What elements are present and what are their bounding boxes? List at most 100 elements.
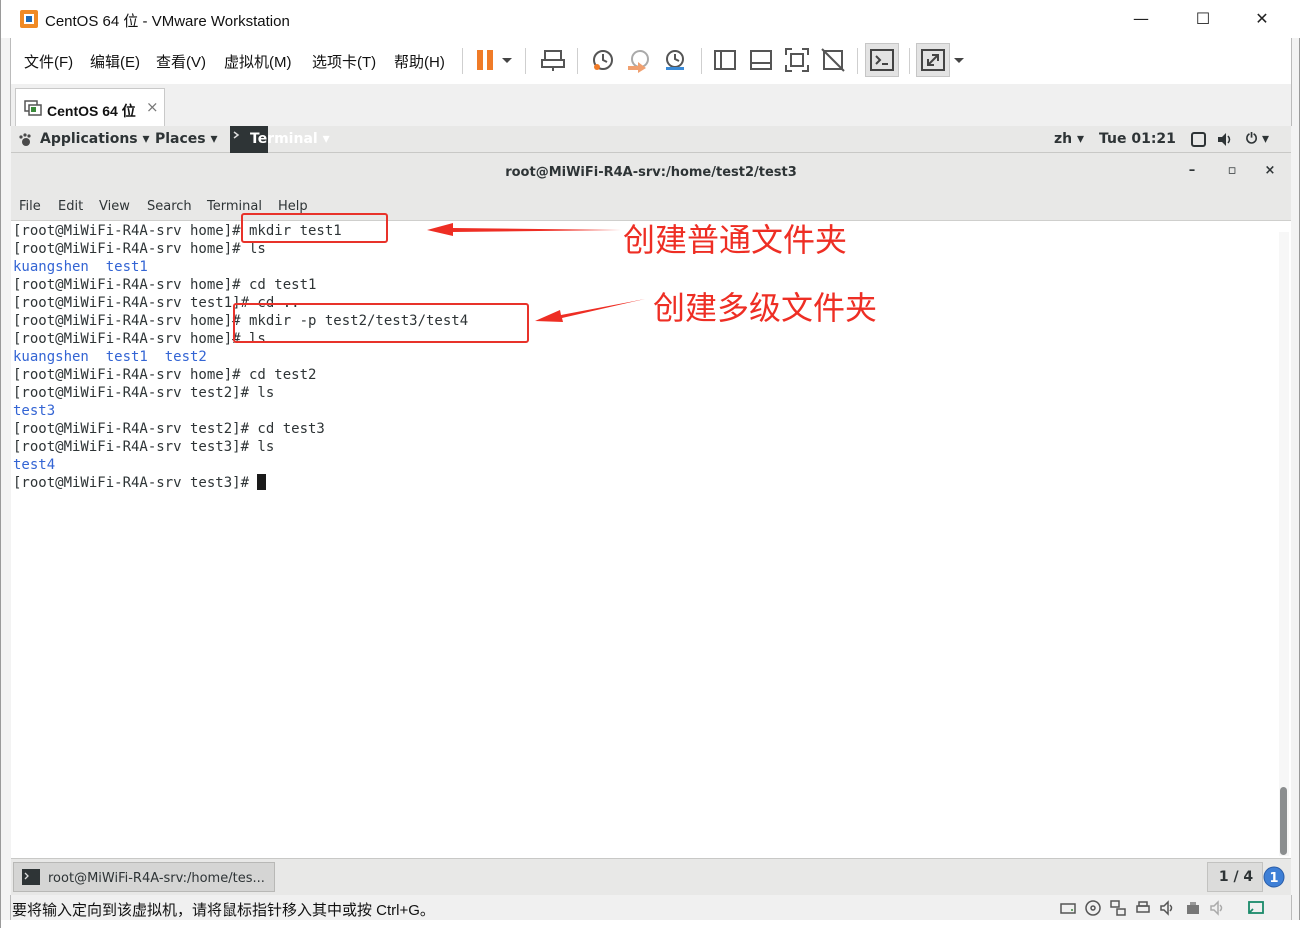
show-thumbnails-icon[interactable] [747,46,775,74]
send-ctrl-alt-del-icon[interactable] [539,46,567,74]
terminal-icon [22,869,40,885]
terminal-menu-view[interactable]: View [99,199,130,214]
bottom-edge [1,920,1300,928]
toolbar-separator [701,48,702,74]
terminal-title: root@MiWiFi-R4A-srv:/home/test2/test3 [505,165,797,180]
toolbar-separator [857,48,858,74]
terminal-output[interactable]: [root@MiWiFi-R4A-srv home]# mkdir test1 … [11,221,1291,858]
terminal-prompt-line: [root@MiWiFi-R4A-srv test3]# [13,474,267,492]
message-icon[interactable] [1247,899,1265,917]
language-menu[interactable]: zh ▾ [1054,131,1084,147]
vm-tab-strip: CentOS 64 位 × [10,84,1292,126]
network-icon[interactable] [1109,899,1127,917]
annotation-arrow-icon [535,299,645,322]
terminal-scrollbar[interactable] [1279,232,1289,856]
vmware-app-icon [20,10,38,28]
maximize-button[interactable]: ☐ [1180,4,1226,34]
terminal-maximize-button[interactable]: ▫ [1222,163,1242,178]
taskbar-terminal-label: root@MiWiFi-R4A-srv:/home/tes... [48,871,265,886]
terminal-cursor [257,474,267,490]
terminal-line: kuangshen test1 test2 [13,349,207,365]
menu-toolbar: 文件(F) 编辑(E) 查看(V) 虚拟机(M) 选项卡(T) 帮助(H) [10,38,1292,84]
status-message: 要将输入定向到该虚拟机，请将鼠标指针移入其中或按 Ctrl+G。 [12,902,435,919]
svg-text:1: 1 [1269,871,1278,886]
toolbar-separator [909,48,910,74]
tab-close-icon[interactable]: × [146,98,159,116]
usb-icon[interactable] [1184,899,1202,917]
terminal-line: kuangshen test1 [13,259,148,275]
window-title: CentOS 64 位 - VMware Workstation [45,13,290,30]
stretch-icon[interactable] [919,46,947,74]
tab-label: CentOS 64 位 [47,103,136,119]
vm-icon [24,100,42,116]
annotation-box-mkdir [241,213,388,243]
unity-icon[interactable] [819,46,847,74]
terminal-menu[interactable]: Terminal ▾ [250,131,330,147]
annotation-multilevel-folder: 创建多级文件夹 [653,289,878,327]
tab-centos[interactable]: CentOS 64 位 × [15,88,165,126]
window-icon[interactable] [1191,132,1206,147]
toolbar-separator [462,48,463,74]
close-button[interactable]: ✕ [1239,4,1285,34]
terminal-menu-edit[interactable]: Edit [58,199,83,214]
pause-dropdown-icon[interactable] [499,46,515,74]
power-menu[interactable]: ⏻ ▾ [1246,131,1269,147]
printer-icon[interactable] [1134,899,1152,917]
show-library-icon[interactable] [711,46,739,74]
stretch-dropdown-icon[interactable] [951,46,967,74]
vmware-status-bar: 要将输入定向到该虚拟机，请将鼠标指针移入其中或按 Ctrl+G。 [10,895,1292,920]
terminal-line: [root@MiWiFi-R4A-srv test2]# cd test3 [13,421,325,437]
hard-disk-icon[interactable] [1059,899,1077,917]
annotation-normal-folder: 创建普通文件夹 [623,221,848,259]
annotation-arrow-icon [427,223,621,236]
clock[interactable]: Tue 01:21 [1099,131,1176,147]
applications-menu[interactable]: Applications ▾ [40,131,150,147]
menu-tabs[interactable]: 选项卡(T) [312,51,376,72]
taskbar-terminal-window[interactable]: root@MiWiFi-R4A-srv:/home/tes... [13,862,275,892]
full-screen-icon[interactable] [783,46,811,74]
sound-icon[interactable] [1159,899,1177,917]
terminal-line: [root@MiWiFi-R4A-srv test3]# ls [13,439,275,455]
terminal-line: [root@MiWiFi-R4A-srv home]# cd test2 [13,367,317,383]
terminal-prompt: [root@MiWiFi-R4A-srv test3]# [13,475,258,491]
scrollbar-thumb[interactable] [1280,787,1287,855]
notification-icon[interactable]: 1 [1263,866,1285,888]
terminal-line: test4 [13,457,56,473]
terminal-menu-help[interactable]: Help [278,199,308,214]
workspace-indicator[interactable]: 1 / 4 [1207,862,1263,892]
terminal-line: [root@MiWiFi-R4A-srv home]# ls [13,241,266,257]
snapshot-manager-icon[interactable] [661,46,689,74]
minimize-button[interactable]: — [1118,4,1164,34]
volume-icon[interactable] [1216,131,1234,148]
terminal-line: [root@MiWiFi-R4A-srv home]# ls [13,331,266,347]
gnome-top-bar: Applications ▾ Places ▾ Terminal ▾ zh ▾ … [11,126,1291,153]
terminal-minimize-button[interactable]: – [1182,163,1202,178]
menu-edit[interactable]: 编辑(E) [90,51,140,72]
menu-vm[interactable]: 虚拟机(M) [224,51,292,72]
terminal-line: [root@MiWiFi-R4A-srv home]# cd test1 [13,277,317,293]
terminal-menu-terminal[interactable]: Terminal [207,199,262,214]
cd-dvd-icon[interactable] [1084,899,1102,917]
places-menu[interactable]: Places ▾ [155,131,218,147]
gnome-foot-icon [19,133,31,146]
sound-card-icon[interactable] [1209,899,1227,917]
terminal-titlebar: root@MiWiFi-R4A-srv:/home/test2/test3 – … [11,153,1291,193]
terminal-line: test3 [13,403,56,419]
annotation-box-mkdir-p [233,303,529,343]
terminal-close-button[interactable]: × [1260,163,1280,178]
toolbar-separator [525,48,526,74]
workspace-label: 1 / 4 [1218,869,1254,885]
title-bar: CentOS 64 位 - VMware Workstation — ☐ ✕ [1,0,1300,38]
terminal-menu-search[interactable]: Search [147,199,192,214]
menu-help[interactable]: 帮助(H) [394,51,445,72]
revert-snapshot-icon[interactable] [625,46,653,74]
gnome-taskbar: root@MiWiFi-R4A-srv:/home/tes... 1 / 4 1 [11,858,1291,895]
menu-file[interactable]: 文件(F) [24,51,73,72]
pause-icon[interactable] [473,46,501,74]
snapshot-icon[interactable] [589,46,617,74]
console-icon[interactable] [868,46,896,74]
terminal-line: [root@MiWiFi-R4A-srv test2]# ls [13,385,275,401]
menu-view[interactable]: 查看(V) [156,51,206,72]
terminal-menu-file[interactable]: File [19,199,41,214]
vmware-window: CentOS 64 位 - VMware Workstation — ☐ ✕ 文… [0,0,1300,928]
